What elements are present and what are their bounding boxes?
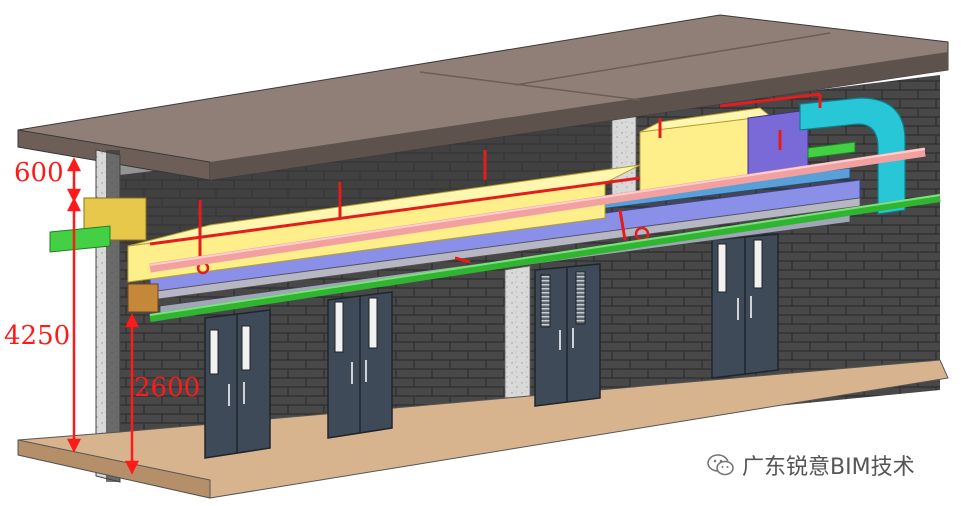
dimension-label-4250: 4250 xyxy=(4,321,71,351)
concrete-column-center xyxy=(504,265,531,414)
door-4 xyxy=(711,233,779,379)
door-3 xyxy=(534,263,601,407)
door-2 xyxy=(327,291,393,439)
bim-corridor-section xyxy=(17,14,949,499)
purple-duct xyxy=(747,109,809,177)
duct-end-box-lower xyxy=(127,283,159,313)
dimension-label-600: 600 xyxy=(14,158,64,188)
watermark-text: 广东锐意BIM技术 xyxy=(742,455,915,480)
dimension-label-2600: 2600 xyxy=(134,373,201,403)
watermark: 广东锐意BIM技术 xyxy=(706,450,915,480)
wechat-icon xyxy=(707,454,734,476)
door-1 xyxy=(204,309,271,459)
